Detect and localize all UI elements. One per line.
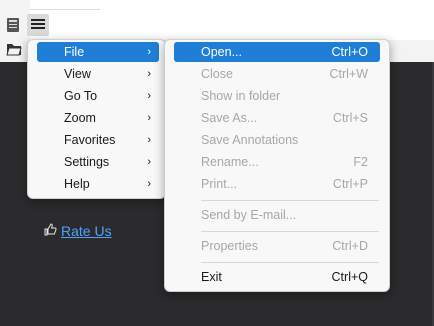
menu-item-label: Properties bbox=[201, 239, 258, 253]
menu-divider bbox=[201, 200, 379, 201]
menu-item-label: Close bbox=[201, 67, 233, 81]
menu-item-shortcut: Ctrl+S bbox=[332, 111, 368, 125]
toolbar-divider bbox=[30, 9, 100, 10]
menu-item-shortcut: Ctrl+D bbox=[332, 239, 368, 253]
chevron-right-icon: › bbox=[147, 90, 151, 102]
menu-item-zoom[interactable]: Zoom › bbox=[37, 108, 159, 128]
menu-item-exit[interactable]: Exit Ctrl+Q bbox=[174, 267, 380, 287]
menu-item-label: Zoom bbox=[64, 111, 96, 125]
menu-item-close[interactable]: Close Ctrl+W bbox=[174, 64, 380, 84]
menu-item-properties[interactable]: Properties Ctrl+D bbox=[174, 236, 380, 256]
hamburger-icon bbox=[31, 18, 45, 33]
menu-item-label: Send by E-mail... bbox=[201, 208, 297, 222]
chevron-right-icon: › bbox=[147, 178, 151, 190]
menu-item-save-annotations[interactable]: Save Annotations bbox=[174, 130, 380, 150]
menu-item-file[interactable]: File › bbox=[37, 42, 159, 62]
menu-item-print[interactable]: Print... Ctrl+P bbox=[174, 174, 380, 194]
menu-item-label: Settings bbox=[64, 155, 110, 169]
menu-item-label: Help bbox=[64, 177, 90, 191]
menu-item-shortcut: Ctrl+P bbox=[332, 177, 368, 191]
menu-item-label: Exit bbox=[201, 270, 222, 284]
thumbs-up-icon bbox=[44, 223, 57, 239]
chevron-right-icon: › bbox=[147, 68, 151, 80]
menu-item-label: Save As... bbox=[201, 111, 258, 125]
menu-item-help[interactable]: Help › bbox=[37, 174, 159, 194]
open-file-button[interactable] bbox=[5, 41, 23, 59]
menu-divider bbox=[201, 262, 379, 263]
menu-item-save-as[interactable]: Save As... Ctrl+S bbox=[174, 108, 380, 128]
menu-item-label: Rename... bbox=[201, 155, 259, 169]
menu-item-label: View bbox=[64, 67, 91, 81]
menu-item-label: File bbox=[64, 45, 85, 59]
menu-item-settings[interactable]: Settings › bbox=[37, 152, 159, 172]
menu-item-favorites[interactable]: Favorites › bbox=[37, 130, 159, 150]
menu-item-label: Save Annotations bbox=[201, 133, 299, 147]
toolbar-strip bbox=[30, 0, 434, 40]
menu-item-send-email[interactable]: Send by E-mail... bbox=[174, 205, 380, 225]
menu-item-label: Open... bbox=[201, 45, 242, 59]
chevron-right-icon: › bbox=[147, 112, 151, 124]
menu-item-shortcut: F2 bbox=[353, 155, 368, 169]
main-menu: File › View › Go To › Zoom › Favorites ›… bbox=[27, 39, 166, 199]
chevron-right-icon: › bbox=[147, 156, 151, 168]
menu-item-show-in-folder[interactable]: Show in folder bbox=[174, 86, 380, 106]
menu-divider bbox=[201, 231, 379, 232]
document-icon[interactable] bbox=[5, 17, 21, 33]
menu-item-label: Favorites bbox=[64, 133, 116, 147]
menu-item-label: Go To bbox=[64, 89, 98, 103]
menu-item-shortcut: Ctrl+W bbox=[329, 67, 368, 81]
rate-us-label[interactable]: Rate Us bbox=[61, 223, 112, 239]
rate-us-link[interactable]: Rate Us bbox=[44, 222, 112, 240]
chevron-right-icon: › bbox=[147, 134, 151, 146]
menu-item-shortcut: Ctrl+O bbox=[331, 45, 368, 59]
menu-item-open[interactable]: Open... Ctrl+O bbox=[174, 42, 380, 62]
file-submenu: Open... Ctrl+O Close Ctrl+W Show in fold… bbox=[164, 39, 390, 292]
menu-button[interactable] bbox=[27, 14, 49, 36]
menu-item-shortcut: Ctrl+Q bbox=[331, 270, 368, 284]
menu-item-label: Show in folder bbox=[201, 89, 281, 103]
menu-item-view[interactable]: View › bbox=[37, 64, 159, 84]
folder-open-icon bbox=[6, 42, 22, 59]
menu-item-rename[interactable]: Rename... F2 bbox=[174, 152, 380, 172]
chevron-right-icon: › bbox=[147, 46, 151, 58]
menu-item-goto[interactable]: Go To › bbox=[37, 86, 159, 106]
menu-item-label: Print... bbox=[201, 177, 238, 191]
